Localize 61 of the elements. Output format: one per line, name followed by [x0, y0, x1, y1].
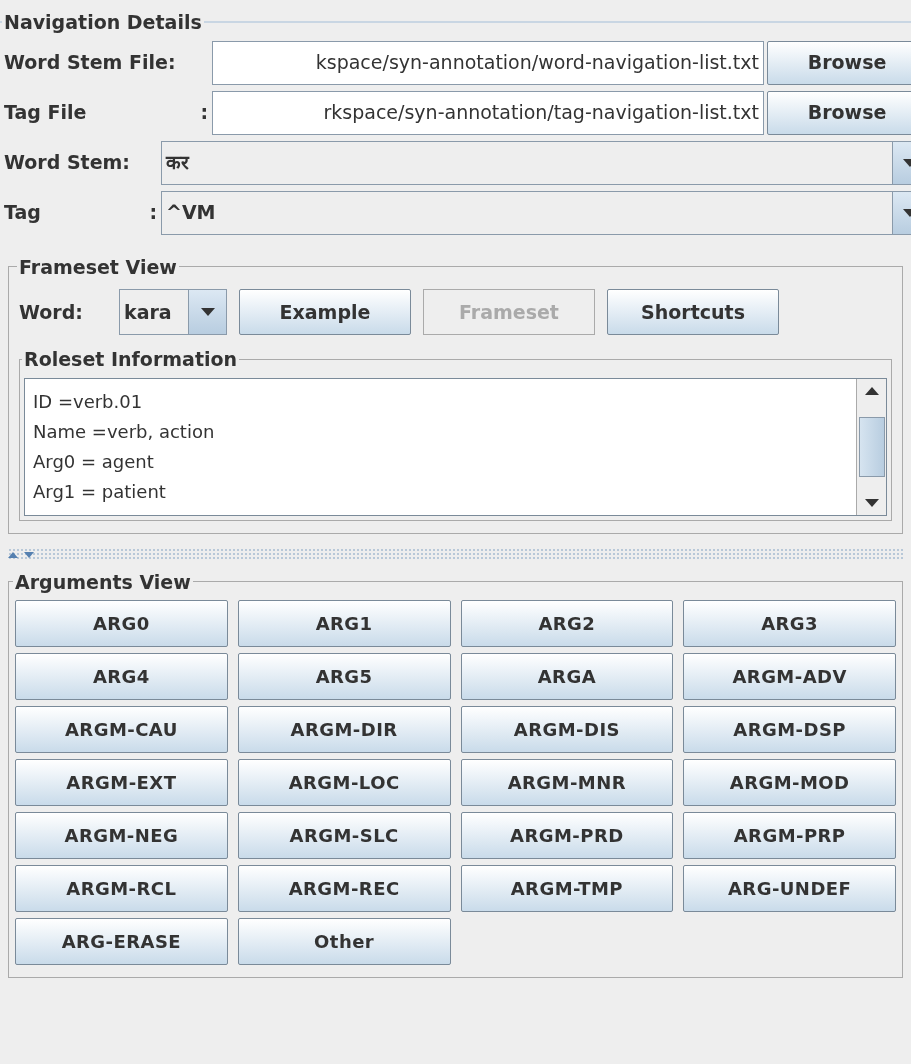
argument-button[interactable]: ARG3	[683, 600, 896, 647]
file-path-field[interactable]: kspace/syn-annotation/word-navigation-list.txt	[212, 40, 764, 85]
word-combo-box[interactable]: kara	[119, 289, 227, 335]
argument-button[interactable]: ARGM-NEG	[15, 812, 228, 859]
section-title: Frameset View	[18, 254, 178, 280]
argument-button[interactable]: ARG2	[460, 600, 674, 647]
combo-value: kara	[123, 299, 173, 325]
scroll-up-icon[interactable]	[864, 386, 879, 395]
dropdown-arrow-icon	[902, 208, 911, 217]
argument-button[interactable]: ARG-ERASE	[15, 918, 228, 965]
text-line: Arg0 = agent	[33, 449, 154, 474]
field-label: Word Stem File:	[4, 50, 176, 76]
argument-button[interactable]: ARG-UNDEF	[683, 865, 896, 912]
argument-button[interactable]: ARGM-PRP	[683, 812, 896, 859]
argument-button[interactable]: ARGM-DIS	[460, 706, 674, 753]
argument-button[interactable]: ARGM-ADV	[683, 653, 896, 700]
argument-button[interactable]: ARGM-REC	[237, 865, 451, 912]
combo-box[interactable]: ^VM	[161, 190, 911, 235]
scroll-thumb[interactable]	[858, 416, 885, 477]
colon: :	[149, 200, 157, 226]
argument-button[interactable]: ARGM-CAU	[15, 706, 228, 753]
section-title: Navigation Details	[3, 10, 203, 35]
argument-button[interactable]: ARGM-SLC	[237, 812, 451, 859]
argument-button[interactable]: ARGM-MOD	[683, 759, 896, 806]
argument-button[interactable]: ARGM-LOC	[237, 759, 451, 806]
argument-button[interactable]: ARGM-PRD	[460, 812, 674, 859]
field-label: Tag	[4, 200, 41, 226]
text-line: ID =verb.01	[33, 389, 143, 414]
field-label: Tag File	[4, 100, 87, 126]
section-title: Roleset Information	[23, 347, 239, 372]
combo-value: कर	[164, 150, 191, 176]
argument-button[interactable]: ARGA	[460, 653, 674, 700]
file-path-field[interactable]: rkspace/syn-annotation/tag-navigation-list.txt	[212, 90, 764, 135]
argument-button[interactable]: ARGM-EXT	[15, 759, 228, 806]
scrollbar[interactable]	[856, 378, 886, 515]
argument-button[interactable]: ARGM-RCL	[15, 865, 228, 912]
argument-button[interactable]: ARG4	[15, 653, 228, 700]
section-title: Arguments View	[14, 569, 192, 595]
browse-button[interactable]: Browse	[767, 40, 911, 85]
dropdown-arrow-icon	[200, 308, 215, 316]
toolbar-button[interactable]: Shortcuts	[607, 289, 779, 335]
toolbar-button[interactable]: Example	[239, 289, 411, 335]
argument-button[interactable]: Other	[237, 918, 451, 965]
field-label: Word Stem:	[4, 150, 130, 176]
argument-button[interactable]: ARG5	[237, 653, 451, 700]
text-line: Name =verb, action	[33, 419, 215, 444]
text-line: Arg1 = patient	[33, 479, 166, 504]
split-arrows-icon[interactable]	[8, 549, 36, 558]
dropdown-arrow-icon	[902, 158, 911, 167]
combo-box[interactable]: कर	[161, 140, 911, 185]
colon: :	[200, 100, 208, 126]
word-label: Word:	[19, 299, 84, 325]
scroll-down-icon[interactable]	[864, 498, 879, 507]
combo-value: ^VM	[165, 200, 217, 226]
argument-button[interactable]: ARGM-DSP	[683, 706, 896, 753]
argument-button[interactable]: ARGM-TMP	[460, 865, 674, 912]
argument-button[interactable]: ARGM-MNR	[460, 759, 674, 806]
argument-button[interactable]: ARGM-DIR	[237, 706, 451, 753]
argument-button[interactable]: ARG1	[237, 600, 451, 647]
argument-button[interactable]: ARG0	[15, 600, 228, 647]
browse-button[interactable]: Browse	[767, 90, 911, 135]
